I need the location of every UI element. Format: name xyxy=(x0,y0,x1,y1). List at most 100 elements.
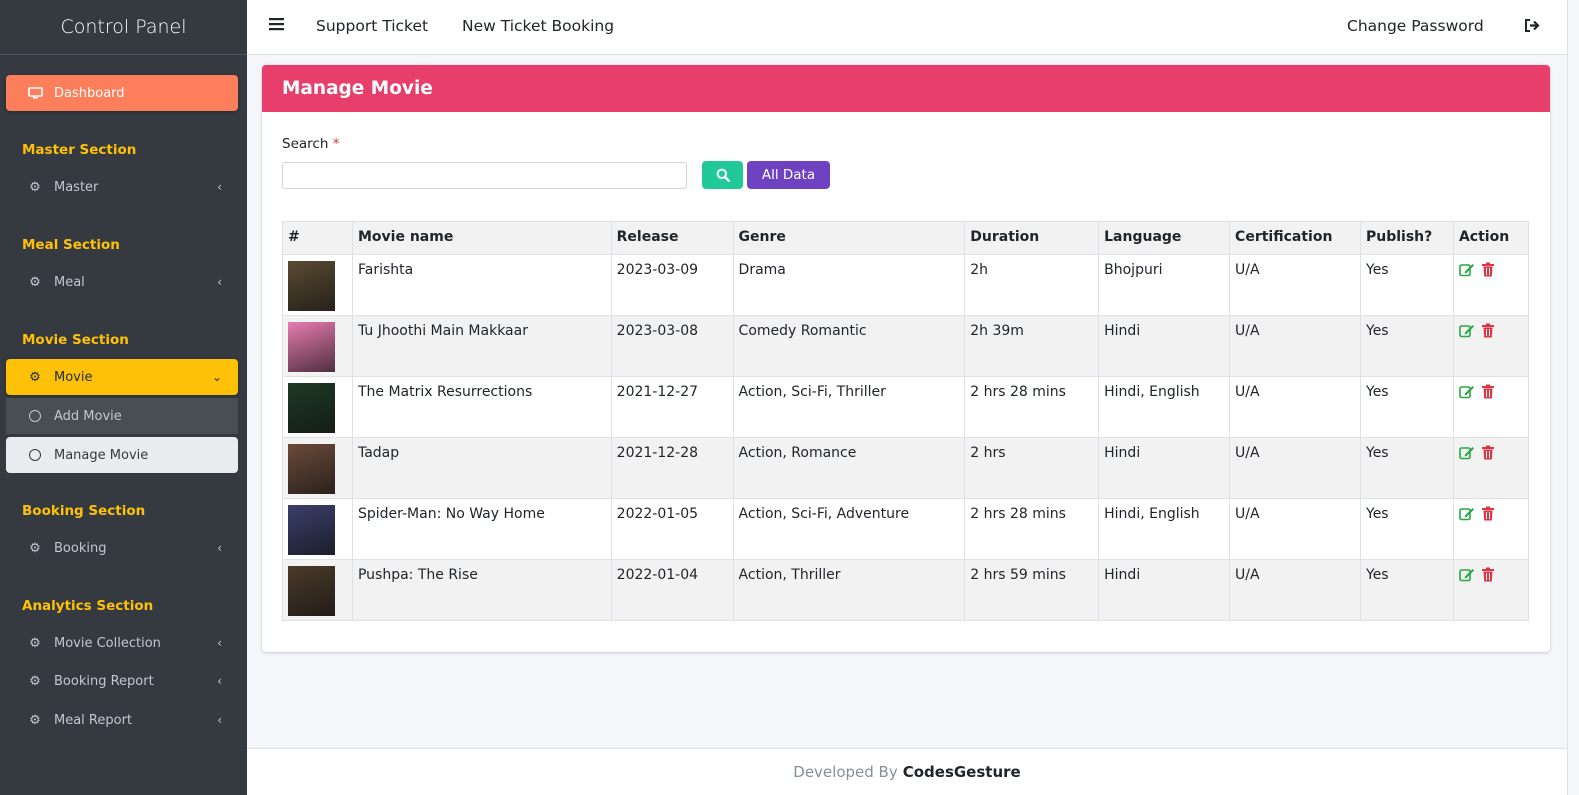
sidebar-item-movie-collection[interactable]: ⚙ Movie Collection ‹ xyxy=(6,625,238,661)
release-cell: 2021-12-28 xyxy=(610,437,734,499)
action-cell xyxy=(1452,437,1530,499)
movie-poster-thumbnail xyxy=(288,566,335,616)
circle-icon xyxy=(27,408,43,424)
sidebar-item-label: Booking Report xyxy=(54,673,154,689)
search-label: Search * xyxy=(282,136,339,152)
edit-icon[interactable] xyxy=(1459,567,1475,586)
poster-cell xyxy=(282,559,353,621)
action-cell xyxy=(1452,376,1530,438)
sidebar-item-label: Manage Movie xyxy=(54,447,149,463)
footer-brand[interactable]: CodesGesture xyxy=(903,763,1021,781)
language-cell: Hindi xyxy=(1098,559,1231,621)
hamburger-menu-icon[interactable] xyxy=(269,17,284,35)
sidebar-item-label: Movie Collection xyxy=(54,635,161,651)
release-cell: 2023-03-08 xyxy=(610,315,734,377)
movie-poster-thumbnail xyxy=(288,383,335,433)
sidebar-item-add-movie[interactable]: Add Movie xyxy=(6,398,238,434)
edit-icon[interactable] xyxy=(1459,323,1475,342)
sidebar-item-booking[interactable]: ⚙ Booking ‹ xyxy=(6,530,238,566)
duration-cell: 2 hrs 28 mins xyxy=(964,376,1100,438)
sidebar-item-master[interactable]: ⚙ Master ‹ xyxy=(6,169,238,205)
movie-name-cell: Farishta xyxy=(351,254,612,316)
sidebar-item-label: Booking xyxy=(54,540,107,556)
movie-name-cell: Spider-Man: No Way Home xyxy=(351,498,612,560)
delete-icon[interactable] xyxy=(1481,506,1495,525)
table-row: Tu Jhoothi Main Makkaar 2023-03-08 Comedy … xyxy=(282,315,1530,377)
genre-cell: Action, Thriller xyxy=(732,559,966,621)
poster-cell xyxy=(282,437,353,499)
publish-cell: Yes xyxy=(1360,559,1454,621)
release-cell: 2022-01-05 xyxy=(610,498,734,560)
language-cell: Hindi, English xyxy=(1098,376,1231,438)
all-data-button[interactable]: All Data xyxy=(747,161,830,189)
new-ticket-booking-link[interactable]: New Ticket Booking xyxy=(462,17,614,35)
action-cell xyxy=(1452,315,1530,377)
gear-icon: ⚙ xyxy=(29,179,41,195)
release-cell: 2023-03-09 xyxy=(610,254,734,316)
delete-icon[interactable] xyxy=(1481,384,1495,403)
language-cell: Bhojpuri xyxy=(1098,254,1231,316)
edit-icon[interactable] xyxy=(1459,506,1475,525)
table-row: Pushpa: The Rise 2022-01-04 Action, Thrill… xyxy=(282,559,1530,621)
search-button[interactable] xyxy=(702,161,743,189)
search-input[interactable] xyxy=(282,162,687,189)
sidebar-item-movie[interactable]: ⚙ Movie ⌄ xyxy=(6,359,238,395)
action-cell xyxy=(1452,498,1530,560)
publish-cell: Yes xyxy=(1360,498,1454,560)
table-row: Tadap 2021-12-28 Action, Romance 2 hrs Hindi… xyxy=(282,437,1530,499)
duration-cell: 2h xyxy=(964,254,1100,316)
sidebar-item-booking-report[interactable]: ⚙ Booking Report ‹ xyxy=(6,663,238,699)
movie-name-cell: Pushpa: The Rise xyxy=(351,559,612,621)
section-header-analytics: Analytics Section xyxy=(22,598,154,614)
action-cell xyxy=(1452,559,1530,621)
duration-cell: 2h 39m xyxy=(964,315,1100,377)
genre-cell: Drama xyxy=(732,254,966,316)
delete-icon[interactable] xyxy=(1481,323,1495,342)
edit-icon[interactable] xyxy=(1459,445,1475,464)
edit-icon[interactable] xyxy=(1459,384,1475,403)
sidebar-item-label: Add Movie xyxy=(54,408,122,424)
genre-cell: Comedy Romantic xyxy=(732,315,966,377)
support-ticket-link[interactable]: Support Ticket xyxy=(316,17,428,35)
col-header-language: Language xyxy=(1098,221,1231,255)
logout-icon[interactable] xyxy=(1524,18,1541,37)
gear-icon: ⚙ xyxy=(29,635,41,651)
certification-cell: U/A xyxy=(1229,498,1361,560)
sidebar-item-meal[interactable]: ⚙ Meal ‹ xyxy=(6,264,238,300)
col-header-action: Action xyxy=(1452,221,1530,255)
publish-cell: Yes xyxy=(1360,437,1454,499)
movie-poster-thumbnail xyxy=(288,444,335,494)
action-cell xyxy=(1452,254,1530,316)
delete-icon[interactable] xyxy=(1481,445,1495,464)
sidebar-item-label: Master xyxy=(54,179,99,195)
delete-icon[interactable] xyxy=(1481,567,1495,586)
sidebar-item-label: Movie xyxy=(54,369,93,385)
section-header-master: Master Section xyxy=(22,142,137,158)
col-header-certification: Certification xyxy=(1229,221,1361,255)
poster-cell xyxy=(282,376,353,438)
section-header-meal: Meal Section xyxy=(22,237,120,253)
change-password-link[interactable]: Change Password xyxy=(1347,17,1484,35)
col-header-movie-name: Movie name xyxy=(351,221,612,255)
table-row: Farishta 2023-03-09 Drama 2h Bhojpuri U/A Yes xyxy=(282,254,1530,316)
sidebar-item-dashboard[interactable]: Dashboard xyxy=(6,75,238,111)
scrollbar-track[interactable] xyxy=(1567,0,1579,795)
sidebar-item-manage-movie[interactable]: Manage Movie xyxy=(6,437,238,473)
poster-cell xyxy=(282,254,353,316)
sidebar-item-label: Meal xyxy=(54,274,85,290)
sidebar-item-meal-report[interactable]: ⚙ Meal Report ‹ xyxy=(6,702,238,738)
poster-cell xyxy=(282,315,353,377)
certification-cell: U/A xyxy=(1229,559,1361,621)
delete-icon[interactable] xyxy=(1481,262,1495,281)
brand-title[interactable]: Control Panel xyxy=(0,0,247,55)
sidebar-item-label: Dashboard xyxy=(54,85,125,101)
duration-cell: 2 hrs xyxy=(964,437,1100,499)
edit-icon[interactable] xyxy=(1459,262,1475,281)
chevron-left-icon: ‹ xyxy=(217,713,222,727)
publish-cell: Yes xyxy=(1360,376,1454,438)
genre-cell: Action, Romance xyxy=(732,437,966,499)
chevron-left-icon: ‹ xyxy=(217,674,222,688)
language-cell: Hindi xyxy=(1098,437,1231,499)
release-cell: 2022-01-04 xyxy=(610,559,734,621)
manage-movie-card: Manage Movie Search * All Data # Movie n… xyxy=(262,65,1550,652)
